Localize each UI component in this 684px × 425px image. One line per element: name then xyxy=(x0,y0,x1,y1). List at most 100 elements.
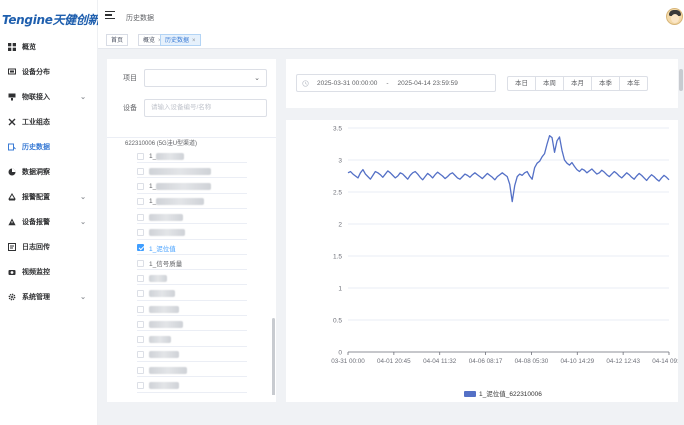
close-icon[interactable]: × xyxy=(192,38,196,44)
sidebar-item-10[interactable]: 系统管理 ⌄ xyxy=(0,284,98,309)
tree-row[interactable] xyxy=(137,349,247,362)
project-select[interactable]: ⌄ xyxy=(144,69,267,87)
quick-range-button-4[interactable]: 本年 xyxy=(619,76,648,91)
redacted-text xyxy=(149,290,175,298)
quick-range-button-3[interactable]: 本季 xyxy=(591,76,620,91)
tree-row[interactable] xyxy=(137,364,247,378)
y-tick-label: 3.5 xyxy=(333,126,342,133)
x-tick-label: 04-08 05:30 xyxy=(515,358,549,365)
tree-scrollbar[interactable] xyxy=(272,318,275,395)
tag-0[interactable]: 首页 xyxy=(106,34,129,46)
monitor-icon xyxy=(7,67,17,77)
sidebar-item-9[interactable]: 视频监控 xyxy=(0,259,98,284)
redacted-text xyxy=(149,229,185,236)
tree-row-label: 1_信号质量 xyxy=(149,261,183,269)
sidebar-item-label: 概览 xyxy=(22,43,36,51)
tree-checkbox[interactable] xyxy=(137,259,144,267)
sidebar-item-0[interactable]: 概览 xyxy=(0,34,98,59)
tree-row[interactable] xyxy=(137,318,247,332)
tree-checkbox[interactable] xyxy=(137,320,144,328)
sidebar-item-7[interactable]: 设备报警 ⌄ xyxy=(0,209,98,234)
tree-row[interactable] xyxy=(137,272,247,286)
tree-checkbox[interactable] xyxy=(137,366,144,374)
chevron-down-icon: ⌄ xyxy=(80,194,86,201)
sidebar-item-5[interactable]: 数据洞察 xyxy=(0,159,98,184)
tag-2[interactable]: 历史数据 × xyxy=(160,34,201,46)
sidebar-item-6[interactable]: 报警配置 ⌄ xyxy=(0,184,98,209)
tree-row[interactable] xyxy=(137,227,247,240)
date-range-picker[interactable]: 2025-03-31 00:00:00 - 2025-04-14 23:59:5… xyxy=(296,74,496,92)
chevron-down-icon: ⌄ xyxy=(80,219,86,226)
sidebar: Tengine天健创新 概览设备分布 物联接入 ⌄ 工业组态历史数据数据洞察报警配置 ⌄… xyxy=(0,0,100,425)
logo: Tengine天健创新 xyxy=(2,8,100,30)
redacted-text xyxy=(149,366,187,374)
page-scrollbar-thumb[interactable] xyxy=(679,69,683,91)
chart-panel: 0 0.5 1 1.5 2 2.5 3 3.5 03-31 00:00 04-01 20:45 04… xyxy=(286,120,682,402)
tree-checkbox[interactable] xyxy=(137,305,144,313)
menu-toggle-icon[interactable] xyxy=(105,11,115,21)
y-tick-label: 1.5 xyxy=(333,254,342,261)
device-search-input[interactable]: 请输入设备编号/名称 xyxy=(144,99,267,117)
tags-view: 首页 概览 ×历史数据× xyxy=(98,32,684,49)
sidebar-item-label: 报警配置 xyxy=(22,193,50,201)
tree-checkbox[interactable] xyxy=(137,183,144,191)
y-tick-label: 0 xyxy=(338,350,342,357)
x-tick-label: 03-31 00:00 xyxy=(331,358,365,365)
tree-row[interactable] xyxy=(137,334,247,347)
tree-row[interactable] xyxy=(137,288,247,301)
tree-checkbox[interactable] xyxy=(137,336,144,344)
avatar[interactable] xyxy=(666,8,683,25)
redacted-text xyxy=(149,274,167,282)
grid-icon xyxy=(7,42,17,52)
tree-checkbox[interactable] xyxy=(137,351,144,359)
sidebar-item-label: 系统管理 xyxy=(22,293,50,301)
sidebar-item-label: 设备报警 xyxy=(22,218,50,226)
tree-device-node[interactable]: 622310006 (5G洼U型渠道) xyxy=(125,138,265,148)
tree-row[interactable]: 1_ xyxy=(137,196,247,209)
redacted-text xyxy=(149,336,171,344)
legend-swatch xyxy=(464,391,476,397)
tree-checkbox[interactable] xyxy=(137,244,144,252)
tree-checkbox[interactable] xyxy=(137,198,144,206)
tree-row[interactable] xyxy=(137,165,247,179)
tree-row[interactable]: 1_泥位值 xyxy=(137,242,247,255)
quick-range-button-1[interactable]: 本周 xyxy=(535,76,564,91)
tree-row[interactable]: 1_信号质量 xyxy=(137,257,247,271)
page-scrollbar[interactable] xyxy=(678,49,684,425)
tree-checkbox[interactable] xyxy=(137,152,144,160)
end-date[interactable]: 2025-04-14 23:59:59 xyxy=(398,80,458,87)
redacted-text xyxy=(149,305,179,313)
tree-row[interactable]: 1_ xyxy=(137,181,247,194)
sidebar-item-3[interactable]: 工业组态 xyxy=(0,109,98,134)
redacted-text xyxy=(156,183,212,191)
tree-row[interactable] xyxy=(137,211,247,225)
sidebar-item-label: 历史数据 xyxy=(22,143,50,151)
tree-checkbox[interactable] xyxy=(137,382,144,389)
y-tick-label: 3 xyxy=(338,158,342,165)
quick-range-button-0[interactable]: 本日 xyxy=(507,76,536,91)
tree-checkbox[interactable] xyxy=(137,167,144,175)
tree-row[interactable]: 1_ xyxy=(137,150,247,163)
tree-checkbox[interactable] xyxy=(137,213,144,221)
sidebar-item-2[interactable]: 物联接入 ⌄ xyxy=(0,84,98,109)
redacted-text xyxy=(149,351,179,359)
alarm-config-icon xyxy=(7,192,17,202)
tree-checkbox[interactable] xyxy=(137,290,144,298)
log-icon xyxy=(7,242,17,252)
tree-row[interactable] xyxy=(137,303,247,316)
sidebar-item-4[interactable]: 历史数据 xyxy=(0,134,98,159)
quick-range-button-2[interactable]: 本月 xyxy=(563,76,592,91)
filter-panel: 项目 ⌄ 设备 请输入设备编号/名称 622310006 (5G洼U型渠道) 1… xyxy=(107,59,276,402)
tree-checkbox[interactable] xyxy=(137,274,144,282)
start-date[interactable]: 2025-03-31 00:00:00 xyxy=(317,80,377,87)
y-tick-label: 2 xyxy=(338,222,342,229)
sidebar-item-1[interactable]: 设备分布 xyxy=(0,59,98,84)
sidebar-item-8[interactable]: 日志回传 xyxy=(0,234,98,259)
project-row: 项目 ⌄ xyxy=(117,69,267,87)
tree-row[interactable] xyxy=(137,380,247,393)
tools-icon xyxy=(7,117,17,127)
redacted-text xyxy=(149,320,183,328)
tree-checkbox[interactable] xyxy=(137,229,144,236)
redacted-text xyxy=(156,152,185,160)
tag-label: 首页 xyxy=(111,38,124,44)
